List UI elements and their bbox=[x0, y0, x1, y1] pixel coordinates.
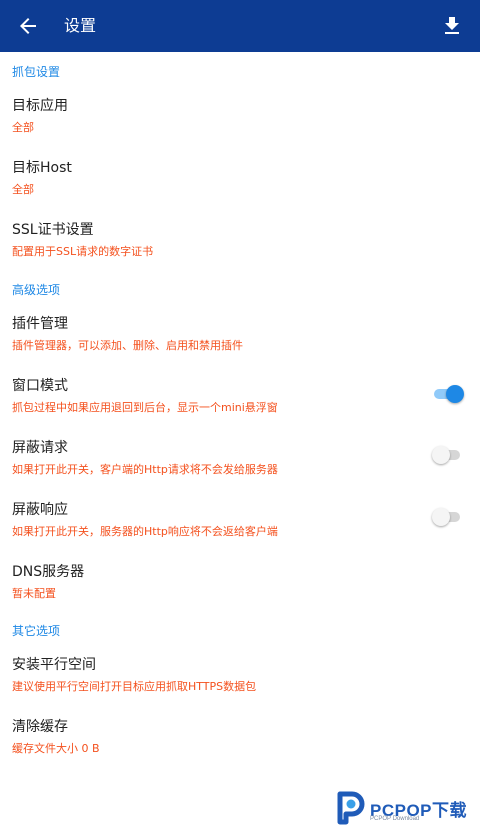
setting-subtitle: 建议使用平行空间打开目标应用抓取HTTPS数据包 bbox=[12, 680, 257, 693]
setting-clear-cache[interactable]: 清除缓存 缓存文件大小 0 B bbox=[0, 717, 480, 779]
setting-title: 插件管理 bbox=[12, 316, 68, 332]
setting-window-mode[interactable]: 窗口模式 抓包过程中如果应用退回到后台，显示一个mini悬浮窗 bbox=[0, 376, 480, 438]
setting-subtitle: 暂未配置 bbox=[12, 587, 56, 600]
setting-subtitle: 插件管理器，可以添加、删除、启用和禁用插件 bbox=[12, 339, 243, 352]
setting-title: DNS服务器 bbox=[12, 564, 85, 580]
toggle-thumb bbox=[432, 446, 450, 464]
setting-target-host[interactable]: 目标Host 全部 bbox=[0, 158, 480, 220]
setting-dns-server[interactable]: DNS服务器 暂未配置 bbox=[0, 562, 480, 624]
arrow-left-icon[interactable] bbox=[16, 14, 40, 38]
setting-title: 清除缓存 bbox=[12, 719, 68, 735]
app-bar: 设置 bbox=[0, 0, 480, 52]
setting-install-parallel-space[interactable]: 安装平行空间 建议使用平行空间打开目标应用抓取HTTPS数据包 bbox=[0, 655, 480, 717]
setting-plugin-manager[interactable]: 插件管理 插件管理器，可以添加、删除、启用和禁用插件 bbox=[0, 314, 480, 376]
setting-title: 屏蔽响应 bbox=[12, 502, 68, 518]
setting-ssl-cert[interactable]: SSL证书设置 配置用于SSL请求的数字证书 bbox=[0, 220, 480, 282]
setting-subtitle: 如果打开此开关，服务器的Http响应将不会返给客户端 bbox=[12, 525, 278, 538]
toggle-thumb bbox=[446, 385, 464, 403]
setting-subtitle: 缓存文件大小 0 B bbox=[12, 742, 100, 755]
block-request-toggle[interactable] bbox=[432, 445, 464, 465]
setting-title: 目标Host bbox=[12, 160, 72, 176]
pcpop-watermark: PCPOP下载 PCPOP Download bbox=[332, 788, 478, 828]
setting-title: 安装平行空间 bbox=[12, 657, 96, 673]
block-response-toggle[interactable] bbox=[432, 507, 464, 527]
setting-title: 目标应用 bbox=[12, 98, 68, 114]
section-header-advanced: 高级选项 bbox=[12, 283, 61, 297]
setting-subtitle: 如果打开此开关，客户端的Http请求将不会发给服务器 bbox=[12, 463, 278, 476]
setting-subtitle: 配置用于SSL请求的数字证书 bbox=[12, 245, 154, 258]
setting-title: 屏蔽请求 bbox=[12, 440, 68, 456]
section-header-other: 其它选项 bbox=[12, 624, 61, 638]
page-title: 设置 bbox=[64, 16, 97, 35]
setting-title: 窗口模式 bbox=[12, 378, 68, 394]
section-header-capture: 抓包设置 bbox=[12, 65, 61, 79]
toggle-thumb bbox=[432, 508, 450, 526]
setting-target-app[interactable]: 目标应用 全部 bbox=[0, 96, 480, 158]
setting-title: SSL证书设置 bbox=[12, 222, 94, 238]
download-icon[interactable] bbox=[440, 14, 464, 38]
setting-block-request[interactable]: 屏蔽请求 如果打开此开关，客户端的Http请求将不会发给服务器 bbox=[0, 438, 480, 500]
watermark-sub: PCPOP Download bbox=[370, 816, 420, 822]
setting-subtitle: 全部 bbox=[12, 183, 34, 196]
setting-subtitle: 全部 bbox=[12, 121, 34, 134]
window-mode-toggle[interactable] bbox=[432, 384, 464, 404]
setting-subtitle: 抓包过程中如果应用退回到后台，显示一个mini悬浮窗 bbox=[12, 401, 278, 414]
setting-block-response[interactable]: 屏蔽响应 如果打开此开关，服务器的Http响应将不会返给客户端 bbox=[0, 500, 480, 562]
pcpop-logo-icon bbox=[337, 791, 365, 825]
